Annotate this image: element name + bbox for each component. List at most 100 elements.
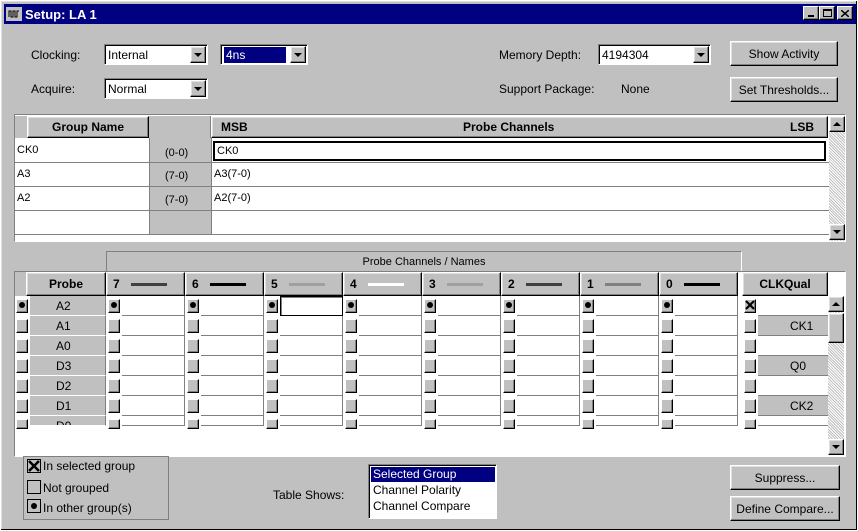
channel-name-cell[interactable]	[517, 376, 580, 396]
channel-assign-checkbox[interactable]	[661, 359, 673, 373]
table-shows-option[interactable]: Channel Polarity	[371, 483, 495, 498]
channel-assign-checkbox[interactable]	[108, 319, 120, 333]
clkqual-checkbox[interactable]	[744, 359, 756, 373]
probe-select-checkbox[interactable]	[16, 319, 28, 333]
channel-assign-checkbox[interactable]	[108, 399, 120, 413]
channel-assign-checkbox[interactable]	[661, 319, 673, 333]
channel-assign-checkbox[interactable]	[503, 299, 515, 313]
acquire-select[interactable]: Normal	[104, 78, 208, 99]
channel-name-cell[interactable]	[517, 356, 580, 376]
probe-name-cell[interactable]: D2	[30, 376, 106, 396]
channel-name-cell[interactable]	[675, 356, 738, 376]
channel-assign-checkbox[interactable]	[345, 419, 357, 429]
group-table-scrollbar[interactable]	[829, 116, 845, 241]
channel-assign-checkbox[interactable]	[266, 359, 278, 373]
channel-assign-checkbox[interactable]	[108, 359, 120, 373]
suppress-button[interactable]: Suppress...	[730, 465, 840, 490]
channel-name-cell[interactable]	[280, 336, 343, 356]
show-activity-button[interactable]: Show Activity	[730, 41, 838, 66]
channel-assign-checkbox[interactable]	[345, 339, 357, 353]
channel-header-4[interactable]: 4	[343, 272, 422, 296]
channel-assign-checkbox[interactable]	[424, 319, 436, 333]
channel-assign-checkbox[interactable]	[266, 379, 278, 393]
channel-assign-checkbox[interactable]	[424, 339, 436, 353]
probe-name-cell[interactable]: A0	[30, 336, 106, 356]
channel-assign-checkbox[interactable]	[266, 419, 278, 429]
channel-name-cell[interactable]	[201, 396, 264, 416]
clkqual-checkbox[interactable]	[744, 319, 756, 333]
channel-header-1[interactable]: 1	[580, 272, 659, 296]
memory-depth-select[interactable]: 4194304	[598, 44, 711, 65]
table-shows-option-selected[interactable]: Selected Group	[371, 467, 495, 482]
channel-name-cell[interactable]	[596, 336, 659, 356]
channel-name-cell[interactable]	[280, 356, 343, 376]
minimize-button[interactable]	[803, 6, 819, 20]
group-channels-cell[interactable]: A2(7-0)	[214, 187, 251, 209]
channel-assign-checkbox[interactable]	[345, 359, 357, 373]
clkqual-cell[interactable]	[758, 376, 828, 396]
channel-assign-checkbox[interactable]	[503, 399, 515, 413]
channel-assign-checkbox[interactable]	[266, 339, 278, 353]
channel-name-cell[interactable]	[675, 376, 738, 396]
channel-assign-checkbox[interactable]	[187, 399, 199, 413]
channel-name-cell[interactable]	[359, 416, 422, 426]
channel-assign-checkbox[interactable]	[424, 299, 436, 313]
channel-assign-checkbox[interactable]	[345, 299, 357, 313]
channel-name-cell[interactable]	[280, 416, 343, 426]
channel-assign-checkbox[interactable]	[582, 299, 594, 313]
channel-assign-checkbox[interactable]	[108, 419, 120, 429]
channel-header-0[interactable]: 0	[659, 272, 738, 296]
channel-name-cell[interactable]	[122, 396, 185, 416]
table-shows-list[interactable]: Selected Group Channel Polarity Channel …	[368, 464, 497, 519]
channel-assign-checkbox[interactable]	[345, 379, 357, 393]
channel-name-cell[interactable]	[201, 296, 264, 316]
channel-assign-checkbox[interactable]	[187, 319, 199, 333]
channel-name-cell[interactable]	[280, 296, 343, 316]
channel-name-cell[interactable]	[122, 356, 185, 376]
channel-name-cell[interactable]	[359, 316, 422, 336]
chevron-down-icon[interactable]	[290, 46, 306, 63]
app-icon[interactable]	[6, 7, 22, 21]
clock-period-select[interactable]: 4ns	[220, 44, 308, 65]
channel-name-cell[interactable]	[596, 396, 659, 416]
channel-name-cell[interactable]	[438, 316, 501, 336]
channel-assign-checkbox[interactable]	[108, 379, 120, 393]
channel-assign-checkbox[interactable]	[582, 399, 594, 413]
probe-select-checkbox[interactable]	[16, 339, 28, 353]
channel-assign-checkbox[interactable]	[582, 359, 594, 373]
channel-assign-checkbox[interactable]	[582, 339, 594, 353]
channel-name-cell[interactable]	[122, 376, 185, 396]
channel-header-7[interactable]: 7	[106, 272, 185, 296]
clkqual-checkbox[interactable]	[744, 399, 756, 413]
channel-assign-checkbox[interactable]	[503, 319, 515, 333]
channel-name-cell[interactable]	[517, 296, 580, 316]
channel-name-cell[interactable]	[517, 316, 580, 336]
channel-name-cell[interactable]	[122, 416, 185, 426]
channel-assign-checkbox[interactable]	[187, 359, 199, 373]
chevron-down-icon[interactable]	[190, 80, 206, 97]
channel-name-cell[interactable]	[359, 396, 422, 416]
probe-name-cell[interactable]: A1	[30, 316, 106, 336]
channel-assign-checkbox[interactable]	[345, 319, 357, 333]
probe-name-cell[interactable]: D0	[30, 416, 106, 426]
channel-name-cell[interactable]	[438, 416, 501, 426]
channel-assign-checkbox[interactable]	[266, 299, 278, 313]
channel-header-5[interactable]: 5	[264, 272, 343, 296]
channel-assign-checkbox[interactable]	[503, 379, 515, 393]
group-channels-cell[interactable]: A3(7-0)	[214, 163, 251, 185]
group-channels-cell-editing[interactable]: CK0	[213, 141, 826, 161]
set-thresholds-button[interactable]: Set Thresholds...	[730, 77, 838, 102]
channel-name-cell[interactable]	[675, 316, 738, 336]
channel-assign-checkbox[interactable]	[187, 419, 199, 429]
channel-header-3[interactable]: 3	[422, 272, 501, 296]
scroll-up-button[interactable]	[829, 116, 845, 132]
group-name-cell[interactable]: A3	[17, 163, 30, 185]
probe-select-checkbox[interactable]	[16, 399, 28, 413]
channel-assign-checkbox[interactable]	[582, 419, 594, 429]
channel-assign-checkbox[interactable]	[187, 299, 199, 313]
channel-name-cell[interactable]	[122, 336, 185, 356]
channel-name-cell[interactable]	[517, 336, 580, 356]
clkqual-cell[interactable]	[758, 336, 828, 356]
channel-assign-checkbox[interactable]	[424, 399, 436, 413]
scroll-up-button[interactable]	[828, 296, 844, 312]
